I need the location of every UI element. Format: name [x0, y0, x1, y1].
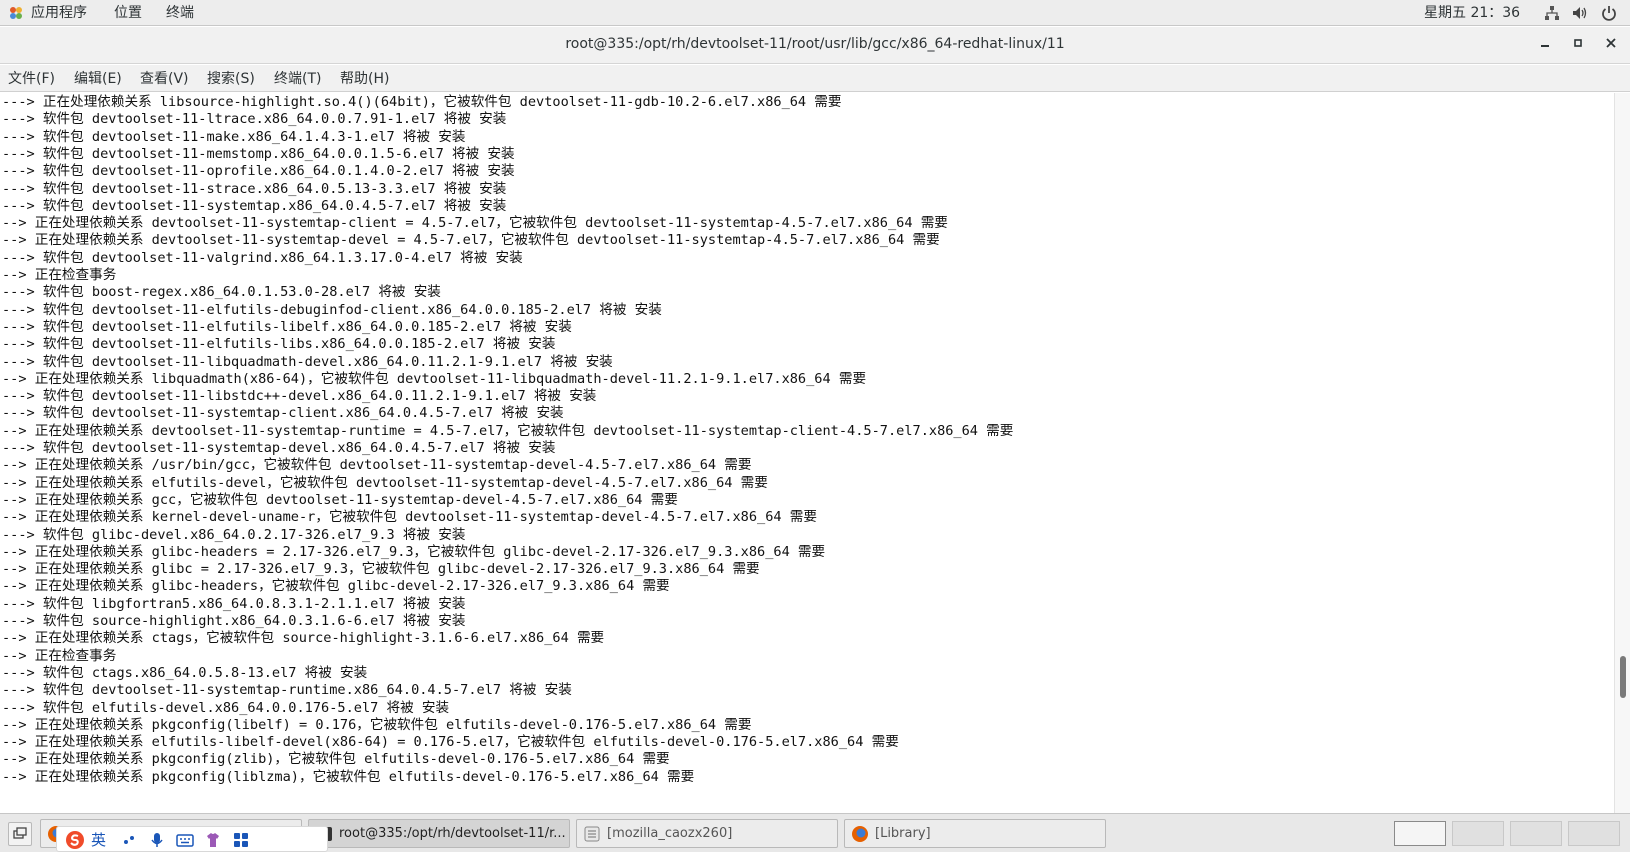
- menu-file[interactable]: 文件(F): [8, 69, 55, 89]
- toolbox-icon[interactable]: [231, 830, 251, 850]
- terminal-line: ---> 软件包 devtoolset-11-elfutils-debuginf…: [2, 301, 662, 318]
- ime-mode-indicator[interactable]: 英: [91, 830, 111, 850]
- task-label: [Library]: [875, 826, 931, 841]
- menu-edit[interactable]: 编辑(E): [74, 69, 122, 89]
- menu-view[interactable]: 查看(V): [140, 69, 189, 89]
- show-desktop-icon: [13, 827, 27, 839]
- terminal-line: --> 正在处理依赖关系 ctags，它被软件包 source-highligh…: [2, 630, 605, 647]
- terminal-line: ---> 软件包 glibc-devel.x86_64.0.2.17-326.e…: [2, 526, 466, 543]
- scrollbar-thumb[interactable]: [1620, 656, 1626, 698]
- task-mozilla-folder[interactable]: [mozilla_caozx260]: [576, 819, 838, 848]
- punctuation-icon[interactable]: [119, 830, 139, 850]
- menu-help[interactable]: 帮助(H): [340, 69, 389, 89]
- task-library[interactable]: [Library]: [844, 819, 1106, 848]
- menu-search[interactable]: 搜索(S): [207, 69, 255, 89]
- firefox-icon: [852, 826, 868, 842]
- terminal-scrollbar[interactable]: [1614, 93, 1630, 813]
- network-icon[interactable]: [1543, 4, 1561, 22]
- terminal-output[interactable]: ---> 正在处理依赖关系 libsource-highlight.so.4()…: [0, 93, 1614, 813]
- terminal-line: ---> 软件包 devtoolset-11-memstomp.x86_64.0…: [2, 145, 515, 162]
- terminal-line: ---> 软件包 boost-regex.x86_64.0.1.53.0-28.…: [2, 284, 441, 301]
- workspace-3[interactable]: [1510, 821, 1562, 846]
- terminal-line: --> 正在处理依赖关系 pkgconfig(liblzma)，它被软件包 el…: [2, 768, 695, 785]
- terminal-line: --> 正在处理依赖关系 /usr/bin/gcc，它被软件包 devtools…: [2, 457, 752, 474]
- ime-toolbar[interactable]: 英: [56, 826, 328, 852]
- terminal-line: ---> 软件包 libgfortran5.x86_64.0.8.3.1-2.1…: [2, 595, 466, 612]
- task-label: root@335:/opt/rh/devtoolset-11/r...: [339, 826, 566, 841]
- terminal-line: ---> 软件包 devtoolset-11-make.x86_64.1.4.3…: [2, 128, 466, 145]
- close-icon: [1606, 38, 1616, 48]
- places-menu[interactable]: 位置: [114, 3, 142, 23]
- maximize-icon: [1574, 39, 1582, 47]
- terminal-line: ---> 软件包 devtoolset-11-libstdc++-devel.x…: [2, 388, 597, 405]
- file-manager-icon: [584, 826, 600, 842]
- terminal-line: --> 正在处理依赖关系 devtoolset-11-systemtap-dev…: [2, 232, 940, 249]
- minimize-button[interactable]: [1535, 36, 1555, 56]
- task-terminal[interactable]: root@335:/opt/rh/devtoolset-11/r...: [308, 819, 570, 848]
- terminal-line: --> 正在处理依赖关系 elfutils-devel，它被软件包 devtoo…: [2, 474, 768, 491]
- clock[interactable]: 星期五 21：36: [1424, 3, 1520, 23]
- terminal-line: --> 正在处理依赖关系 pkgconfig(libelf) = 0.176，它…: [2, 716, 752, 733]
- applications-menu[interactable]: 应用程序: [31, 3, 87, 23]
- terminal-line: ---> 软件包 ctags.x86_64.0.5.8-13.el7 将被 安装: [2, 664, 368, 681]
- show-desktop-button[interactable]: [8, 822, 32, 846]
- terminal-line: ---> 正在处理依赖关系 libsource-highlight.so.4()…: [2, 94, 842, 110]
- workspace-4[interactable]: [1568, 821, 1620, 846]
- terminal-line: ---> 软件包 devtoolset-11-oprofile.x86_64.0…: [2, 163, 515, 180]
- terminal-line: ---> 软件包 elfutils-devel.x86_64.0.0.176-5…: [2, 699, 450, 716]
- terminal-line: --> 正在检查事务: [2, 647, 117, 664]
- terminal-line: --> 正在检查事务: [2, 267, 117, 283]
- terminal-line: --> 正在处理依赖关系 devtoolset-11-systemtap-cli…: [2, 215, 948, 232]
- terminal-line: --> 正在处理依赖关系 glibc = 2.17-326.el7_9.3，它被…: [2, 561, 760, 578]
- window-title: root@335:/opt/rh/devtoolset-11/root/usr/…: [565, 36, 1065, 52]
- terminal-line: --> 正在处理依赖关系 devtoolset-11-systemtap-run…: [2, 422, 1014, 439]
- terminal-line: ---> 软件包 devtoolset-11-valgrind.x86_64.1…: [2, 249, 523, 266]
- microphone-icon[interactable]: [147, 830, 167, 850]
- terminal-line: ---> 软件包 devtoolset-11-elfutils-libs.x86…: [2, 336, 556, 353]
- menu-terminal[interactable]: 终端(T): [274, 69, 321, 89]
- window-titlebar[interactable]: root@335:/opt/rh/devtoolset-11/root/usr/…: [0, 27, 1630, 64]
- terminal-app-menu[interactable]: 终端: [166, 3, 194, 23]
- terminal-line: ---> 软件包 devtoolset-11-systemtap-runtime…: [2, 682, 572, 699]
- terminal-line: ---> 软件包 source-highlight.x86_64.0.3.1.6…: [2, 613, 466, 629]
- terminal-line: ---> 软件包 devtoolset-11-strace.x86_64.0.5…: [2, 180, 507, 197]
- terminal-line: --> 正在处理依赖关系 kernel-devel-uname-r，它被软件包 …: [2, 509, 817, 526]
- terminal-line: ---> 软件包 devtoolset-11-systemtap-devel.x…: [2, 440, 556, 456]
- close-button[interactable]: [1601, 36, 1621, 56]
- terminal-line: --> 正在处理依赖关系 glibc-headers = 2.17-326.el…: [2, 543, 826, 560]
- terminal-line: ---> 软件包 devtoolset-11-elfutils-libelf.x…: [2, 318, 572, 335]
- terminal-line: ---> 软件包 devtoolset-11-ltrace.x86_64.0.0…: [2, 111, 507, 128]
- terminal-line: --> 正在处理依赖关系 elfutils-libelf-devel(x86-6…: [2, 734, 899, 751]
- terminal-line: --> 正在处理依赖关系 glibc-headers，它被软件包 glibc-d…: [2, 578, 670, 595]
- workspace-1[interactable]: [1394, 821, 1446, 846]
- sogou-logo-icon[interactable]: [65, 830, 85, 850]
- menu-bar: 文件(F) 编辑(E) 查看(V) 搜索(S) 终端(T) 帮助(H): [0, 65, 1630, 92]
- terminal-line: --> 正在处理依赖关系 gcc，它被软件包 devtoolset-11-sys…: [2, 491, 678, 508]
- volume-icon[interactable]: [1571, 4, 1589, 22]
- maximize-button[interactable]: [1568, 36, 1588, 56]
- minimize-icon: [1541, 45, 1549, 47]
- keyboard-icon[interactable]: [175, 830, 195, 850]
- terminal-line: --> 正在处理依赖关系 pkgconfig(zlib)，它被软件包 elfut…: [2, 751, 670, 768]
- applications-icon[interactable]: [8, 5, 24, 21]
- terminal-line: ---> 软件包 devtoolset-11-systemtap-client.…: [2, 405, 564, 422]
- top-bar: 应用程序 位置 终端 星期五 21：36: [0, 0, 1630, 26]
- power-icon[interactable]: [1600, 4, 1618, 22]
- skin-icon[interactable]: [203, 830, 223, 850]
- terminal-line: --> 正在处理依赖关系 libquadmath(x86-64)，它被软件包 d…: [2, 370, 867, 387]
- workspace-2[interactable]: [1452, 821, 1504, 846]
- task-label: [mozilla_caozx260]: [607, 826, 733, 841]
- terminal-line: ---> 软件包 devtoolset-11-systemtap.x86_64.…: [2, 197, 507, 214]
- terminal-line: ---> 软件包 devtoolset-11-libquadmath-devel…: [2, 353, 613, 370]
